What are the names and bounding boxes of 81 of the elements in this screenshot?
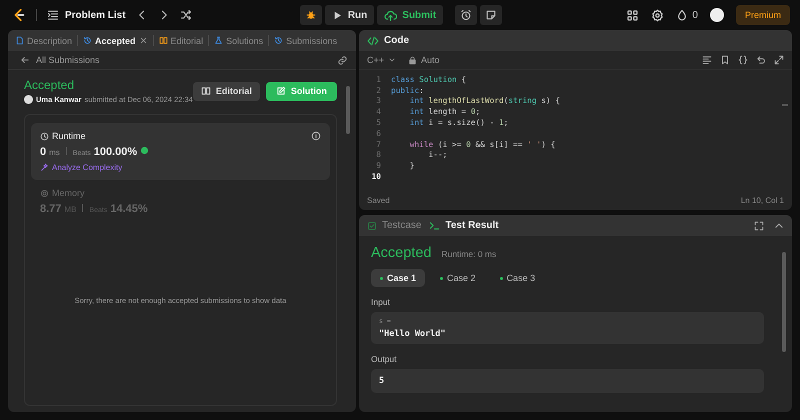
- output-label: Output: [371, 354, 398, 364]
- sparkle-icon: [40, 163, 49, 172]
- history-icon: [274, 36, 284, 45]
- metric-title: Runtime: [52, 131, 86, 141]
- language-dropdown[interactable]: C++: [367, 55, 396, 65]
- fullscreen-icon[interactable]: [754, 220, 764, 230]
- output-value: 5: [379, 376, 386, 386]
- clock-icon: [40, 132, 49, 140]
- beats-percent: 100.00%: [94, 146, 138, 158]
- submit-button[interactable]: Submit: [377, 5, 444, 25]
- panel-tab[interactable]: Submissions: [271, 30, 340, 51]
- lock-icon: [408, 56, 418, 64]
- braces-icon[interactable]: [738, 55, 748, 65]
- premium-button[interactable]: Premium: [736, 5, 790, 25]
- expand-icon[interactable]: [774, 55, 784, 65]
- checkbox-icon: [367, 220, 377, 230]
- avatar[interactable]: [710, 8, 724, 22]
- status-dot-icon: [500, 276, 503, 280]
- bookmark-icon[interactable]: [720, 55, 730, 65]
- chevron-up-icon[interactable]: [774, 220, 784, 230]
- notes-button[interactable]: [480, 5, 502, 25]
- link-icon[interactable]: [337, 54, 348, 66]
- editorial-button[interactable]: Editorial: [192, 82, 260, 100]
- panel-tab[interactable]: Accepted: [80, 30, 151, 51]
- panel-tab[interactable]: Editorial: [156, 30, 206, 51]
- history-icon: [83, 36, 92, 45]
- book-icon: [158, 36, 168, 45]
- case-tab[interactable]: Case 1: [371, 269, 426, 287]
- input-value: "Hello World": [379, 329, 447, 339]
- code-icon: [367, 34, 379, 46]
- panel-tab[interactable]: Solutions: [211, 30, 266, 51]
- panel-tab[interactable]: Test Result: [429, 220, 499, 231]
- terminal-icon: [429, 220, 440, 231]
- runtime-text: Runtime: 0 ms: [441, 249, 496, 259]
- auto-mode-toggle[interactable]: Auto: [408, 55, 440, 65]
- alarm-clock-icon: [460, 9, 472, 21]
- info-icon[interactable]: [310, 131, 321, 141]
- edit-icon: [276, 86, 286, 96]
- undo-icon[interactable]: [756, 55, 766, 65]
- metric-value: 8.77: [40, 203, 62, 215]
- run-button[interactable]: Run: [324, 5, 374, 25]
- metric-value: 0: [40, 146, 46, 158]
- settings-icon[interactable]: [651, 8, 664, 22]
- logo-icon[interactable]: [12, 8, 26, 22]
- arrow-left-icon: [20, 55, 30, 65]
- grid-icon[interactable]: [626, 8, 640, 22]
- case-tab[interactable]: Case 2: [431, 269, 485, 287]
- book-icon: [200, 86, 211, 96]
- beats-percent: 14.45%: [110, 203, 148, 215]
- save-status: Saved: [367, 196, 390, 204]
- analyze-complexity-link[interactable]: Analyze Complexity: [40, 163, 321, 172]
- case-tab[interactable]: Case 3: [490, 269, 544, 287]
- flask-icon: [214, 36, 224, 45]
- drop-icon: [676, 9, 688, 21]
- metric-unit: ms: [49, 148, 60, 157]
- cloud-upload-icon: [384, 8, 398, 22]
- document-icon: [15, 36, 24, 45]
- panel-title: Code: [384, 35, 409, 46]
- format-icon[interactable]: [702, 55, 712, 65]
- list-icon: [47, 9, 59, 21]
- scrollbar[interactable]: [782, 104, 788, 106]
- debug-button[interactable]: [300, 5, 322, 25]
- timer-button[interactable]: [455, 5, 478, 25]
- status-dot-icon: [440, 276, 444, 280]
- shuffle-icon[interactable]: [180, 9, 192, 21]
- problem-list-link[interactable]: Problem List: [65, 10, 126, 20]
- all-submissions-link[interactable]: All Submissions: [20, 55, 100, 65]
- chevron-down-icon: [388, 56, 396, 64]
- panel-tab[interactable]: Testcase: [367, 220, 422, 231]
- streak-counter[interactable]: 0: [676, 9, 698, 21]
- note-icon: [485, 9, 498, 21]
- bug-icon: [304, 9, 317, 21]
- metric-title: Memory: [52, 188, 85, 198]
- status-dot-icon: [380, 276, 383, 280]
- close-icon[interactable]: [138, 36, 148, 45]
- status-text: Accepted: [24, 78, 76, 92]
- result-status: Accepted: [371, 245, 432, 261]
- panel-tab[interactable]: Description: [12, 30, 76, 51]
- input-label: Input: [371, 297, 391, 307]
- cursor-position: Ln 10, Col 1: [740, 196, 784, 204]
- avatar: [24, 95, 33, 104]
